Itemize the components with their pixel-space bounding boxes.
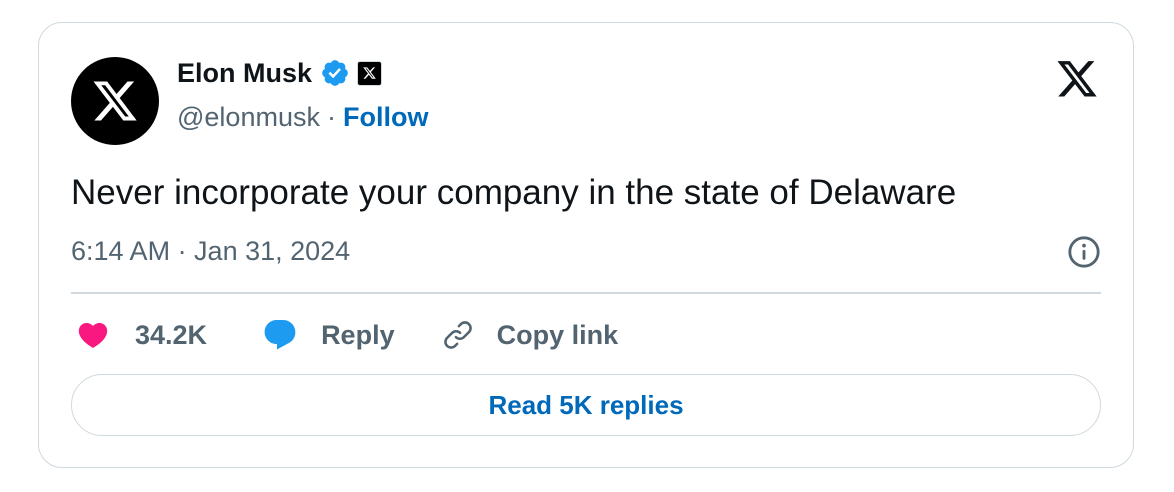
follow-link[interactable]: Follow	[343, 99, 428, 135]
divider	[71, 292, 1101, 294]
like-button[interactable]: 34.2K	[75, 313, 207, 357]
author-handle-row: @elonmusk · Follow	[177, 99, 428, 135]
info-icon[interactable]	[1067, 235, 1101, 269]
tweet-text: Never incorporate your company in the st…	[71, 173, 957, 212]
x-logo-icon	[93, 81, 137, 121]
action-bar: 34.2K Reply Copy link	[75, 313, 618, 357]
reply-button[interactable]: Reply	[261, 313, 395, 357]
link-icon	[443, 321, 472, 349]
read-replies-label: Read 5K replies	[488, 389, 684, 420]
read-replies-button[interactable]: Read 5K replies	[71, 374, 1101, 436]
copy-link-button[interactable]: Copy link	[441, 313, 619, 357]
copy-link-label: Copy link	[496, 320, 619, 350]
author-handle[interactable]: @elonmusk	[177, 99, 320, 135]
reply-label: Reply	[321, 320, 395, 350]
tweet-card: Elon Musk @elonmusk · Follow Never incor…	[38, 22, 1134, 468]
author-display-name[interactable]: Elon Musk	[177, 55, 312, 91]
verified-badge-icon	[322, 60, 348, 86]
avatar[interactable]	[71, 57, 159, 145]
author-name-row: Elon Musk	[177, 55, 383, 91]
heart-icon	[78, 322, 108, 348]
speech-bubble-icon	[264, 320, 296, 350]
x-logo-icon[interactable]	[1055, 57, 1099, 97]
tweet-timestamp[interactable]: 6:14 AM · Jan 31, 2024	[71, 233, 350, 269]
like-count: 34.2K	[135, 320, 208, 350]
affiliate-badge-icon	[357, 60, 383, 86]
separator-dot: ·	[326, 102, 336, 132]
